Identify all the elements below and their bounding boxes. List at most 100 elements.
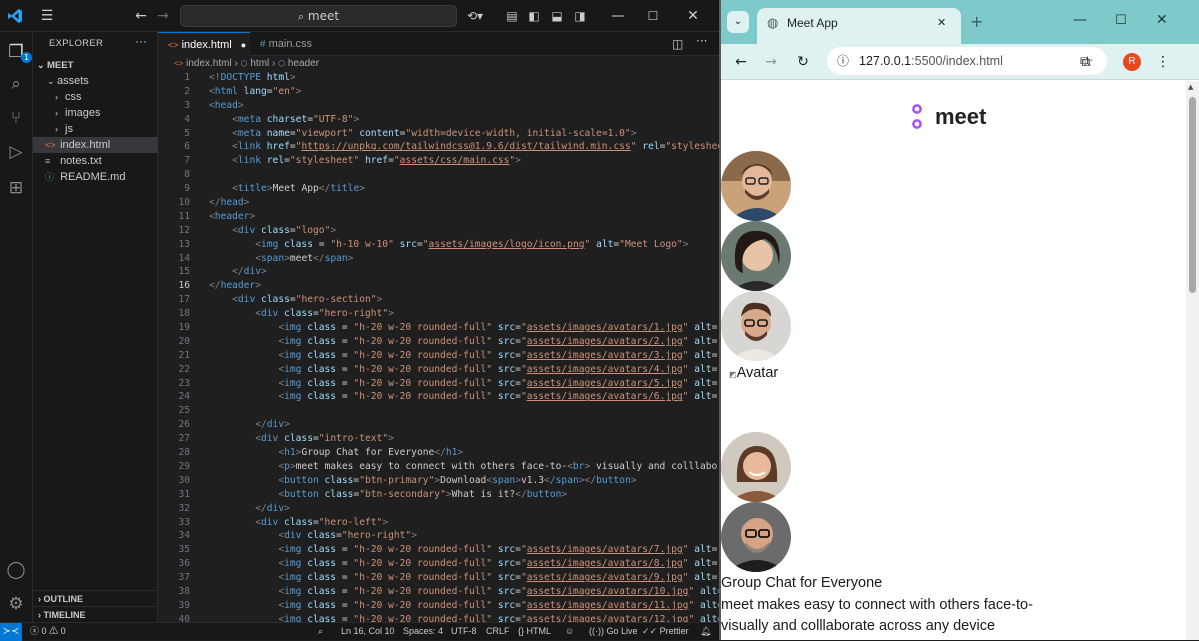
outline-section[interactable]: › OUTLINE (33, 590, 158, 606)
tree-item-assets[interactable]: ⌄ assets (33, 73, 158, 89)
back-arrow-icon[interactable]: ← (129, 0, 153, 32)
customize-layout-icon[interactable]: ▤ (500, 0, 524, 32)
code-line[interactable]: 4 <meta charset="UTF-8"> (158, 113, 719, 127)
code-line[interactable]: 6 <link href="https://unpkg.com/tailwind… (158, 140, 719, 154)
code-line[interactable]: 28 <h1>Group Chat for Everyone</h1> (158, 446, 719, 460)
timeline-section[interactable]: › TIMELINE (33, 606, 158, 622)
tree-item-js[interactable]: › js (33, 121, 158, 137)
code-line[interactable]: 17 <div class="hero-section"> (158, 293, 719, 307)
code-line[interactable]: 8 (158, 168, 719, 182)
explorer-icon[interactable]: ❐ 1 (4, 40, 32, 64)
tree-item-index-html[interactable]: <> index.html (33, 137, 158, 153)
breadcrumb-item[interactable]: header (288, 58, 319, 69)
extensions-puzzle-icon[interactable]: ⧉ (1075, 52, 1095, 72)
code-line[interactable]: 13 <img class = "h-10 w-10" src="assets/… (158, 238, 719, 252)
tab-main-css[interactable]: # main.css (250, 32, 340, 56)
tree-item-css[interactable]: › css (33, 89, 158, 105)
code-line[interactable]: 24 <img class = "h-20 w-20 rounded-full"… (158, 390, 719, 404)
code-line[interactable]: 15 </div> (158, 265, 719, 279)
code-line[interactable]: 31 <button class="btn-secondary">What is… (158, 488, 719, 502)
cursor-position[interactable]: Ln 16, Col 10 (341, 623, 395, 640)
command-center-search[interactable]: ⌕ meet (180, 5, 457, 27)
forward-arrow-icon[interactable]: → (761, 52, 781, 72)
code-line[interactable]: 7 <link rel="stylesheet" href="assets/cs… (158, 154, 719, 168)
run-debug-icon[interactable]: ▷ (4, 140, 28, 164)
code-line[interactable]: 34 <div class="hero-right"> (158, 529, 719, 543)
notifications-bell-icon[interactable]: 🔔︎ (700, 623, 711, 640)
page-scrollbar[interactable]: ▲ (1186, 81, 1199, 640)
code-line[interactable]: 20 <img class = "h-20 w-20 rounded-full"… (158, 335, 719, 349)
explorer-more-icon[interactable]: ··· (135, 34, 147, 48)
extensions-icon[interactable]: ⊞ (4, 176, 28, 200)
browser-tab-meet-app[interactable]: ◍ Meet App ✕ (757, 8, 961, 44)
code-line[interactable]: 35 <img class = "h-20 w-20 rounded-full"… (158, 543, 719, 557)
code-line[interactable]: 36 <img class = "h-20 w-20 rounded-full"… (158, 557, 719, 571)
accounts-icon[interactable]: ◯ (4, 558, 28, 582)
search-icon[interactable]: ⌕ (4, 72, 28, 96)
copilot-status-icon[interactable]: ☺ (565, 623, 574, 640)
end-of-line[interactable]: CRLF (486, 623, 510, 640)
problems-status[interactable]: ⓧ 0 ⚠ 0 (30, 623, 66, 640)
unsaved-dot-icon[interactable]: ● (241, 40, 246, 50)
menu-icon[interactable]: ☰ (35, 0, 59, 32)
toggle-panel-icon[interactable]: ⬓ (545, 0, 569, 32)
close-tab-icon[interactable]: ✕ (937, 8, 946, 38)
tree-item-notes-txt[interactable]: ≡ notes.txt (33, 153, 158, 169)
maximize-icon[interactable]: ☐ (641, 0, 665, 32)
tree-item-images[interactable]: › images (33, 105, 158, 121)
tree-root[interactable]: ⌄ MEET (33, 57, 158, 73)
encoding[interactable]: UTF-8 (451, 623, 477, 640)
editor-more-icon[interactable]: ··· (696, 34, 707, 48)
toggle-secondary-sidebar-icon[interactable]: ◨ (568, 0, 592, 32)
back-arrow-icon[interactable]: ← (731, 52, 751, 72)
code-line[interactable]: 37 <img class = "h-20 w-20 rounded-full"… (158, 571, 719, 585)
scroll-up-icon[interactable]: ▲ (1188, 83, 1193, 91)
close-icon[interactable]: ✕ (681, 0, 705, 32)
tab-index-html[interactable]: <> index.html ● (158, 32, 250, 56)
code-line[interactable]: 39 <img class = "h-20 w-20 rounded-full"… (158, 599, 719, 613)
code-line[interactable]: 26 </div> (158, 418, 719, 432)
split-editor-icon[interactable]: ◫ (672, 37, 683, 51)
browser-minimize-icon[interactable]: — (1073, 12, 1087, 28)
breadcrumb-item[interactable]: html (250, 58, 269, 69)
code-line[interactable]: 33 <div class="hero-left"> (158, 516, 719, 530)
code-line[interactable]: 32 </div> (158, 502, 719, 516)
code-line[interactable]: 22 <img class = "h-20 w-20 rounded-full"… (158, 363, 719, 377)
code-line[interactable]: 12 <div class="logo"> (158, 224, 719, 238)
language-mode[interactable]: {} HTML (518, 623, 551, 640)
code-line[interactable]: 3 <head> (158, 99, 719, 113)
toggle-sidebar-icon[interactable]: ◧ (522, 0, 546, 32)
forward-arrow-icon[interactable]: → (151, 0, 175, 32)
manage-gear-icon[interactable]: ⚙ (4, 592, 28, 616)
code-line[interactable]: 9 <title>Meet App</title> (158, 182, 719, 196)
reload-icon[interactable]: ↻ (793, 52, 813, 72)
code-line[interactable]: 38 <img class = "h-20 w-20 rounded-full"… (158, 585, 719, 599)
code-line[interactable]: 11 <header> (158, 210, 719, 224)
code-view[interactable]: 1 <!DOCTYPE html> 2 <html lang="en"> 3 <head>… (158, 71, 719, 622)
scrollbar-thumb[interactable] (1189, 97, 1196, 293)
tab-search-button[interactable]: ⌄ (727, 11, 749, 33)
code-line[interactable]: 40 <img class = "h-20 w-20 rounded-full"… (158, 613, 719, 622)
code-line[interactable]: 2 <html lang="en"> (158, 85, 719, 99)
site-info-icon[interactable]: ⓘ (837, 47, 849, 75)
source-control-icon[interactable]: ⑂ (4, 106, 28, 130)
browser-maximize-icon[interactable]: ☐ (1115, 13, 1127, 28)
go-live-button[interactable]: ((·)) Go Live (589, 623, 638, 640)
code-line[interactable]: 29 <p>meet makes easy to connect with ot… (158, 460, 719, 474)
more-menu-icon[interactable]: ⋮ (1153, 52, 1173, 72)
breadcrumb-item[interactable]: index.html (186, 58, 232, 69)
code-line[interactable]: 10 </head> (158, 196, 719, 210)
code-line[interactable]: 18 <div class="hero-right"> (158, 307, 719, 321)
code-line[interactable]: 1 <!DOCTYPE html> (158, 71, 719, 85)
browser-close-icon[interactable]: ✕ (1156, 12, 1168, 28)
zoom-icon[interactable]: ⌕ (318, 623, 323, 640)
copilot-icon[interactable]: ⟲▾ (463, 0, 487, 32)
code-line[interactable]: 5 <meta name="viewport" content="width=d… (158, 127, 719, 141)
remote-icon[interactable]: ≻≺ (0, 623, 22, 641)
code-line[interactable]: 27 <div class="intro-text"> (158, 432, 719, 446)
code-line[interactable]: 21 <img class = "h-20 w-20 rounded-full"… (158, 349, 719, 363)
code-line[interactable]: 19 <img class = "h-20 w-20 rounded-full"… (158, 321, 719, 335)
address-bar[interactable]: ⓘ 127.0.0.1:5500/index.html ☆ (827, 47, 1107, 75)
code-line[interactable]: 14 <span>meet</span> (158, 252, 719, 266)
profile-avatar[interactable]: R (1123, 53, 1141, 71)
